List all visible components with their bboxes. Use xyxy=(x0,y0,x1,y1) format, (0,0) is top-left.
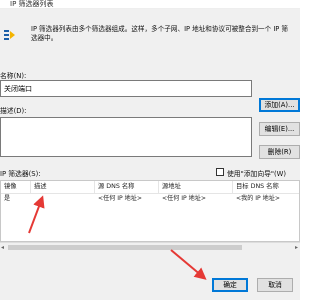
annotation-arrow-to-table xyxy=(28,195,45,234)
annotation-arrow-to-ok xyxy=(170,249,207,280)
annotation-arrows xyxy=(28,195,207,280)
